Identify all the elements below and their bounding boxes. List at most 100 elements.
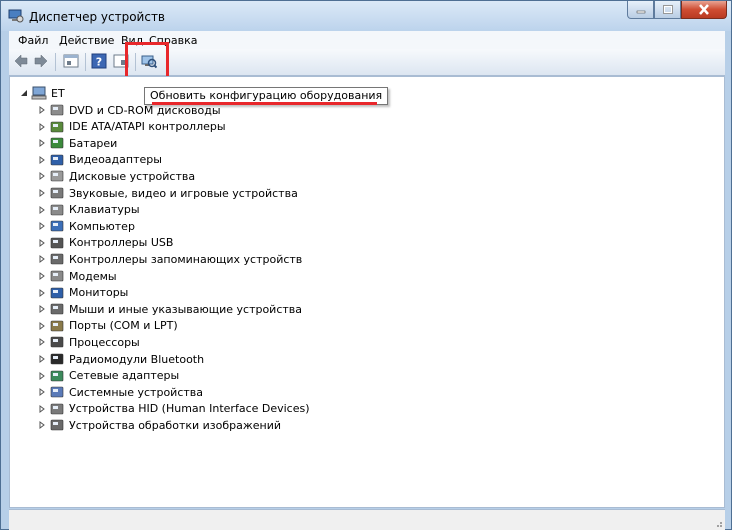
close-icon (699, 4, 709, 15)
caption-buttons (627, 1, 727, 21)
usb-icon (50, 237, 64, 249)
mouse-icon (50, 303, 64, 315)
tree-item-label: Дисковые устройства (69, 169, 196, 183)
battery-icon (50, 137, 64, 149)
tree-item[interactable]: Устройства обработки изображений (38, 417, 281, 433)
system-device-icon (50, 386, 64, 398)
tree-item-label: Устройства HID (Human Interface Devices) (69, 402, 310, 416)
tree-item[interactable]: IDE ATA/ATAPI контроллеры (38, 119, 226, 135)
tree-item[interactable]: Клавиатуры (38, 202, 140, 218)
tree-item-label: Батареи (69, 136, 118, 150)
collapsed-arrow-icon[interactable] (38, 272, 46, 280)
minimize-icon (636, 10, 645, 13)
processor-icon (50, 337, 64, 348)
tree-item-label: Радиомодули Bluetooth (69, 352, 205, 366)
ide-controller-icon (50, 121, 64, 132)
tree-item[interactable]: Мыши и иные указывающие устройства (38, 301, 302, 317)
device-manager-app-icon (8, 9, 24, 23)
tree-root-label: ET (51, 86, 65, 100)
resize-grip-icon[interactable] (713, 518, 723, 528)
tree-item-label: DVD и CD-ROM дисководы (69, 103, 221, 117)
collapsed-arrow-icon[interactable] (38, 122, 46, 131)
network-adapter-icon (50, 370, 64, 381)
maximize-icon (662, 5, 673, 14)
tree-item[interactable]: Системные устройства (38, 384, 203, 400)
collapsed-arrow-icon[interactable] (38, 371, 46, 380)
device-manager-window: Диспетчер устройств Файл Действие Вид Сп… (0, 0, 732, 530)
forward-arrow-icon[interactable] (33, 53, 49, 69)
tree-item-label: Видеоадаптеры (69, 153, 162, 167)
help-icon[interactable]: ? (91, 53, 107, 69)
expanded-arrow-icon[interactable] (20, 89, 28, 97)
tree-item-label: Мыши и иные указывающие устройства (69, 302, 303, 316)
imaging-device-icon (50, 420, 64, 431)
tree-item[interactable]: Порты (COM и LPT) (38, 318, 178, 334)
monitor-icon (50, 287, 64, 298)
collapsed-arrow-icon[interactable] (38, 255, 46, 264)
collapsed-arrow-icon[interactable] (38, 189, 46, 197)
collapsed-arrow-icon[interactable] (38, 388, 46, 397)
collapsed-arrow-icon[interactable] (38, 205, 46, 214)
collapsed-arrow-icon[interactable] (38, 421, 46, 430)
tree-item[interactable]: Сетевые адаптеры (38, 368, 179, 384)
maximize-button[interactable] (654, 1, 681, 19)
collapsed-arrow-icon[interactable] (38, 404, 46, 413)
console-tree-icon[interactable] (63, 53, 79, 69)
modem-icon (50, 270, 64, 282)
toolbar: ? (9, 49, 725, 76)
menu-file[interactable]: Файл (18, 34, 48, 47)
collapsed-arrow-icon[interactable] (38, 338, 46, 347)
tree-item[interactable]: Звуковые, видео и игровые устройства (38, 185, 298, 201)
tree-item-label: Компьютер (69, 219, 135, 233)
window-title: Диспетчер устройств (29, 10, 166, 24)
minimize-button[interactable] (627, 1, 654, 19)
tree-item[interactable]: Батареи (38, 135, 117, 151)
tree-item[interactable]: Контроллеры USB (38, 235, 173, 251)
tree-root[interactable]: ET (20, 85, 65, 101)
disk-drive-icon (50, 171, 64, 182)
close-button[interactable] (681, 1, 727, 19)
collapsed-arrow-icon[interactable] (38, 321, 46, 330)
collapsed-arrow-icon[interactable] (38, 172, 46, 181)
collapsed-arrow-icon[interactable] (38, 238, 46, 247)
status-bar (9, 509, 725, 530)
collapsed-arrow-icon[interactable] (38, 106, 46, 114)
tree-item-label: Модемы (69, 269, 117, 283)
tree-item[interactable]: Видеоадаптеры (38, 152, 162, 168)
tooltip-highlight-underline (152, 102, 377, 105)
svg-text:?: ? (96, 56, 102, 69)
toolbar-separator (85, 53, 86, 71)
collapsed-arrow-icon[interactable] (38, 222, 46, 231)
tree-item[interactable]: Контроллеры запоминающих устройств (38, 251, 302, 267)
tree-item-label: Процессоры (69, 335, 140, 349)
collapsed-arrow-icon[interactable] (38, 139, 46, 148)
tree-item-label: Звуковые, видео и игровые устройства (69, 186, 298, 200)
device-tree-pane[interactable]: ET DVD и CD-ROM дисководы IDE ATA/ATAPI к… (9, 76, 725, 508)
tree-item[interactable]: Компьютер (38, 218, 135, 234)
tree-item-label: Системные устройства (69, 385, 203, 399)
collapsed-arrow-icon[interactable] (38, 288, 46, 297)
menu-action[interactable]: Действие (59, 34, 114, 47)
tree-item[interactable]: Мониторы (38, 285, 128, 301)
tree-item-label: Мониторы (69, 286, 129, 300)
tree-item[interactable]: Устройства HID (Human Interface Devices) (38, 401, 310, 417)
tree-item-label: IDE ATA/ATAPI контроллеры (69, 120, 226, 134)
computer-icon (31, 86, 47, 100)
dvd-drive-icon (50, 104, 64, 116)
collapsed-arrow-icon[interactable] (38, 155, 46, 164)
storage-controller-icon (50, 254, 64, 265)
title-bar[interactable]: Диспетчер устройств (1, 1, 731, 31)
hid-icon (50, 403, 64, 415)
tree-item-label: Контроллеры USB (69, 236, 174, 250)
collapsed-arrow-icon[interactable] (38, 305, 46, 314)
sound-icon (50, 187, 64, 199)
tree-item[interactable]: Процессоры (38, 334, 140, 350)
tree-item-label: Порты (COM и LPT) (69, 319, 178, 333)
collapsed-arrow-icon[interactable] (38, 355, 46, 363)
computer-icon (50, 220, 64, 232)
tree-item[interactable]: Дисковые устройства (38, 168, 195, 184)
back-arrow-icon[interactable] (13, 53, 29, 69)
tree-item[interactable]: Модемы (38, 268, 117, 284)
keyboard-icon (50, 204, 64, 215)
tree-item[interactable]: Радиомодули Bluetooth (38, 351, 204, 367)
